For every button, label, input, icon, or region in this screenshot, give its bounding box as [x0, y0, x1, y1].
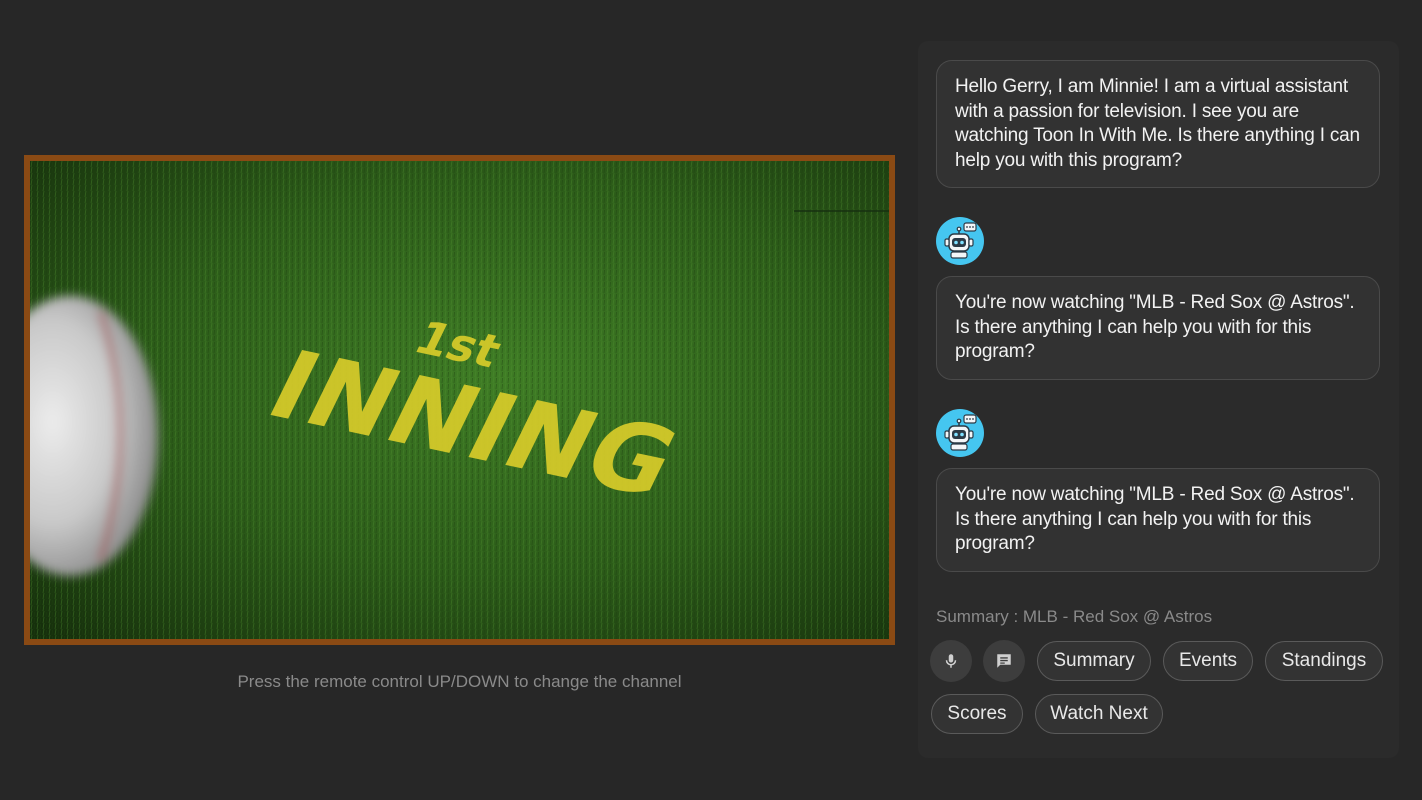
channel-change-hint: Press the remote control UP/DOWN to chan… [237, 672, 682, 691]
chip-watch-next[interactable]: Watch Next [1035, 694, 1163, 734]
chat-button[interactable] [983, 640, 1025, 682]
robot-avatar-icon [936, 217, 984, 265]
app-screen: 1st INNING Press the remote control UP/D… [0, 0, 1422, 800]
video-player[interactable]: 1st INNING [24, 155, 895, 645]
chip-summary[interactable]: Summary [1037, 641, 1151, 681]
mic-button[interactable] [930, 640, 972, 682]
assistant-panel: Hello Gerry, I am Minnie! I am a virtual… [918, 41, 1399, 758]
robot-avatar-icon [936, 409, 984, 457]
video-frame-image: 1st INNING [30, 161, 889, 639]
assistant-message: You're now watching "MLB - Red Sox @ Ast… [936, 468, 1380, 572]
chip-standings[interactable]: Standings [1265, 641, 1383, 681]
chip-scores[interactable]: Scores [931, 694, 1023, 734]
chip-events[interactable]: Events [1163, 641, 1253, 681]
chat-icon [997, 654, 1011, 668]
assistant-message: You're now watching "MLB - Red Sox @ Ast… [936, 276, 1380, 380]
summary-label: Summary : MLB - Red Sox @ Astros [936, 607, 1213, 626]
assistant-message: Hello Gerry, I am Minnie! I am a virtual… [936, 60, 1380, 188]
mic-icon [945, 654, 957, 668]
